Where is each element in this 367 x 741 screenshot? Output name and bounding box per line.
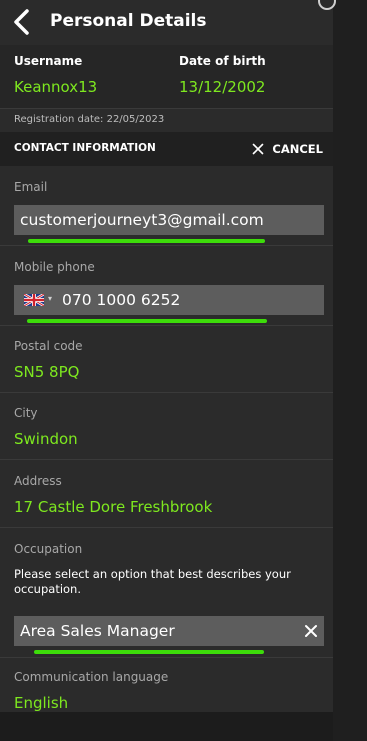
page-title: Personal Details <box>50 11 207 31</box>
username-label: Username <box>14 54 83 68</box>
close-icon <box>253 143 264 155</box>
personal-details-panel: Personal Details Username Keannox13 Date… <box>0 0 333 712</box>
address-value: 17 Castle Dore Freshbrook <box>14 498 213 516</box>
email-label: Email <box>14 180 48 194</box>
right-gutter <box>333 0 367 741</box>
email-underline <box>28 239 265 243</box>
mobile-section: Mobile phone ▾ 070 1000 6252 <box>0 246 333 326</box>
language-section: Communication language English <box>0 658 333 712</box>
registration-date: Registration date: 22/05/2023 <box>0 108 333 132</box>
contact-information-title: CONTACT INFORMATION <box>14 142 156 154</box>
clear-icon[interactable] <box>304 624 318 638</box>
communication-language-value: English <box>14 694 69 712</box>
cancel-button[interactable]: CANCEL <box>252 140 323 158</box>
dob-label: Date of birth <box>179 54 266 68</box>
occupation-value: Area Sales Manager <box>20 622 175 640</box>
username-block: Username Keannox13 <box>14 54 97 96</box>
email-section: Email customerjourneyt3@gmail.com <box>0 166 333 246</box>
occupation-help-text: Please select an option that best descri… <box>14 567 291 596</box>
mobile-underline <box>27 319 267 323</box>
address-section: Address 17 Castle Dore Freshbrook <box>0 460 333 528</box>
cancel-label: CANCEL <box>272 142 323 156</box>
occupation-label: Occupation <box>14 542 83 556</box>
occupation-field[interactable]: Area Sales Manager <box>14 616 324 646</box>
dob-value: 13/12/2002 <box>179 78 266 96</box>
postal-section: Postal code SN5 8PQ <box>0 326 333 393</box>
page: Personal Details Username Keannox13 Date… <box>0 0 367 741</box>
header: Personal Details <box>0 0 333 45</box>
mobile-phone-field[interactable]: ▾ 070 1000 6252 <box>14 285 324 315</box>
bottom-strip <box>0 712 333 741</box>
username-value: Keannox13 <box>14 78 98 96</box>
mobile-phone-value: 070 1000 6252 <box>62 291 181 309</box>
city-value: Swindon <box>14 430 78 448</box>
uk-flag-icon[interactable] <box>24 294 44 306</box>
postal-code-value: SN5 8PQ <box>14 363 80 381</box>
contact-information-bar: CONTACT INFORMATION CANCEL <box>0 132 333 166</box>
contact-form: Email customerjourneyt3@gmail.com Mobile… <box>0 166 333 712</box>
registration-date-text: Registration date: 22/05/2023 <box>14 114 165 125</box>
occupation-underline <box>34 650 264 654</box>
email-field[interactable]: customerjourneyt3@gmail.com <box>14 205 324 235</box>
city-section: City Swindon <box>0 393 333 460</box>
communication-language-label: Communication language <box>14 670 169 684</box>
occupation-section: Occupation Please select an option that … <box>0 528 333 658</box>
postal-code-label: Postal code <box>14 339 83 353</box>
mobile-label: Mobile phone <box>14 260 95 274</box>
dob-block: Date of birth 13/12/2002 <box>179 54 266 96</box>
email-value: customerjourneyt3@gmail.com <box>20 211 264 229</box>
city-label: City <box>14 406 38 420</box>
chevron-down-icon[interactable]: ▾ <box>48 294 52 303</box>
address-label: Address <box>14 474 62 488</box>
user-info: Username Keannox13 Date of birth 13/12/2… <box>0 45 333 108</box>
chevron-left-icon[interactable] <box>10 9 34 35</box>
